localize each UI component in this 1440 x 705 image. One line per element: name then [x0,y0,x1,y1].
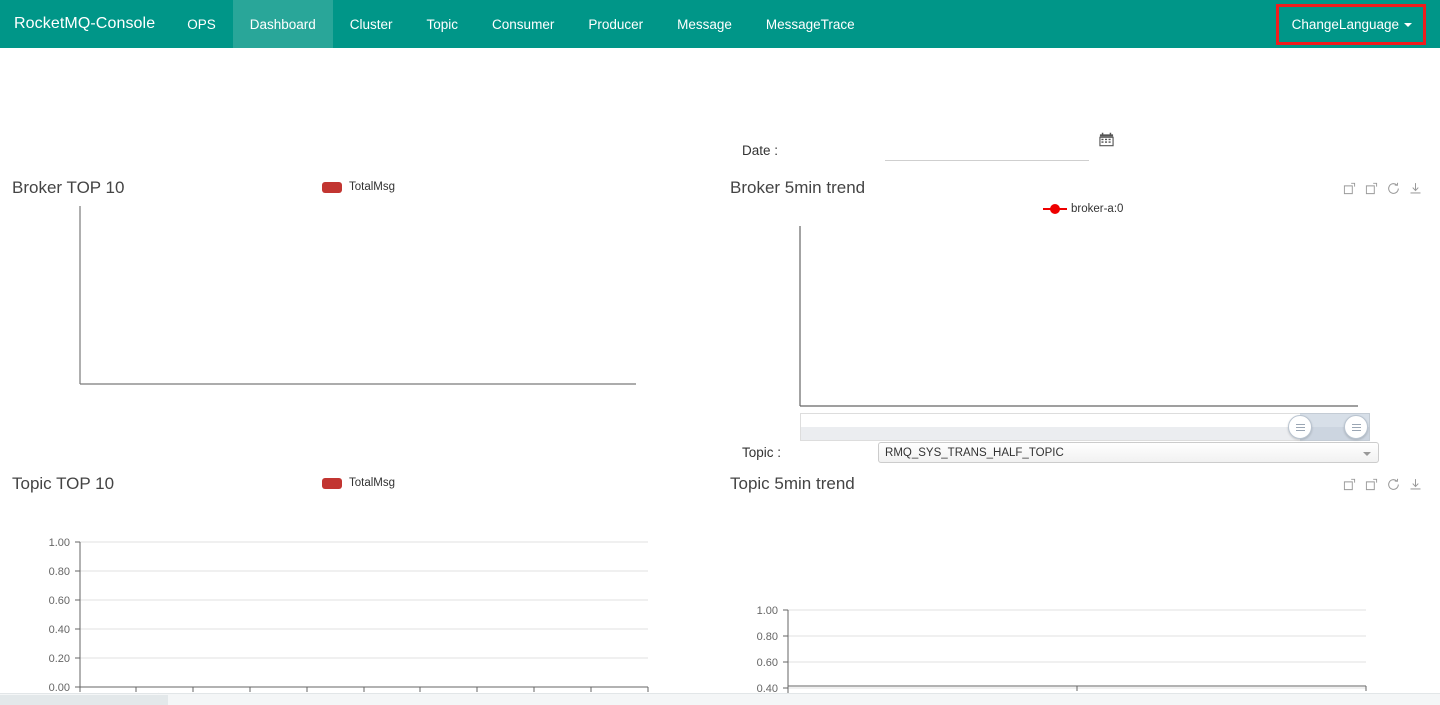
save-image-icon[interactable] [1409,478,1422,491]
ytick-label: 0.60 [757,657,778,669]
change-language-label: ChangeLanguage [1291,16,1399,32]
nav-item-messagetrace[interactable]: MessageTrace [749,0,872,48]
legend-marker-broker-a0 [1043,204,1067,214]
nav-item-producer[interactable]: Producer [571,0,660,48]
ytick-label: 0.60 [49,595,70,607]
data-zoom-reset-icon[interactable] [1365,182,1378,195]
date-label: Date : [742,143,779,158]
nav-item-ops[interactable]: OPS [170,0,233,48]
save-image-icon[interactable] [1409,182,1422,195]
datazoom-handle-right-broker-trend[interactable] [1344,415,1368,439]
topic-label: Topic : [742,445,782,460]
toolbox-topic-trend [1343,478,1422,491]
nav-item-dashboard[interactable]: Dashboard [232,0,333,48]
legend-broker-top10[interactable]: TotalMsg [322,181,395,193]
change-language-button[interactable]: ChangeLanguage [1275,3,1426,45]
chevron-down-icon [1363,452,1372,456]
ytick-label: 1.00 [49,537,70,549]
panel-title-broker-top10: Broker TOP 10 [12,178,125,197]
panel-title-topic-trend: Topic 5min trend [730,474,855,493]
horizontal-scrollbar[interactable] [0,693,1440,705]
legend-broker-trend[interactable]: broker-a:0 [1043,203,1123,215]
chart-topic-topic10[interactable]: 1.00 0.80 0.60 0.40 0.20 0.00 [12,498,672,705]
legend-label-totalmsg: TotalMsg [349,477,396,489]
datazoom-handle-left-broker-trend[interactable] [1288,415,1312,439]
date-input[interactable] [885,140,1090,161]
legend-swatch-totalmsg [322,477,342,489]
topic-select[interactable]: RMQ_SYS_TRANS_HALF_TOPIC [878,442,1380,463]
date-filter: Date : [742,132,1114,161]
data-zoom-icon[interactable] [1343,182,1356,195]
panel-topic-top10: Topic TOP 10 TotalMsg 1.00 0.80 0.60 0.4… [12,474,672,705]
brand-logo[interactable]: RocketMQ-Console [0,0,170,48]
nav-item-consumer[interactable]: Consumer [475,0,571,48]
legend-topic-top10[interactable]: TotalMsg [322,477,395,489]
nav-item-message[interactable]: Message [660,0,749,48]
restore-icon[interactable] [1387,182,1400,195]
ytick-label: 0.40 [49,624,70,636]
nav-item-cluster[interactable]: Cluster [333,0,410,48]
ytick-label: 0.20 [49,653,70,665]
chevron-down-icon [1404,22,1412,27]
top-navbar: RocketMQ-Console OPS Dashboard Cluster T… [0,0,1440,48]
panel-topic-trend: Topic 5min trend 1.00 0.80 0.60 0.40 [730,474,1430,705]
ytick-label: 0.80 [757,631,778,643]
datazoom-broker-trend[interactable] [800,413,1370,441]
legend-swatch-totalmsg [322,181,342,193]
dashboard-page: Date : Broker TOP 10 TotalMsg Broker 5mi… [0,48,1440,705]
calendar-icon[interactable] [1099,132,1114,147]
date-input-wrap [885,132,1114,161]
chart-broker-trend[interactable] [730,224,1430,412]
data-zoom-reset-icon[interactable] [1365,478,1378,491]
datazoom-track-broker-trend[interactable] [800,413,1370,441]
panel-title-topic-top10: Topic TOP 10 [12,474,115,493]
chart-broker-top10[interactable] [12,202,672,402]
topic-filter: Topic : RMQ_SYS_TRANS_HALF_TOPIC [742,442,1382,463]
topic-select-value: RMQ_SYS_TRANS_HALF_TOPIC [885,446,1064,459]
nav-item-topic[interactable]: Topic [410,0,476,48]
panel-broker-trend: Broker 5min trend broker-a:0 [730,178,1430,441]
navbar-right: ChangeLanguage [1275,0,1440,48]
legend-label-broker-a0: broker-a:0 [1071,203,1124,215]
data-zoom-icon[interactable] [1343,478,1356,491]
nav-links: OPS Dashboard Cluster Topic Consumer Pro… [170,0,871,48]
legend-label-totalmsg: TotalMsg [349,181,396,193]
scrollbar-thumb[interactable] [0,695,168,705]
ytick-label: 0.80 [49,566,70,578]
toolbox-broker-trend [1343,182,1422,195]
panel-title-broker-trend: Broker 5min trend [730,178,866,197]
restore-icon[interactable] [1387,478,1400,491]
ytick-label: 1.00 [757,605,778,617]
panel-broker-top10: Broker TOP 10 TotalMsg [12,178,672,402]
